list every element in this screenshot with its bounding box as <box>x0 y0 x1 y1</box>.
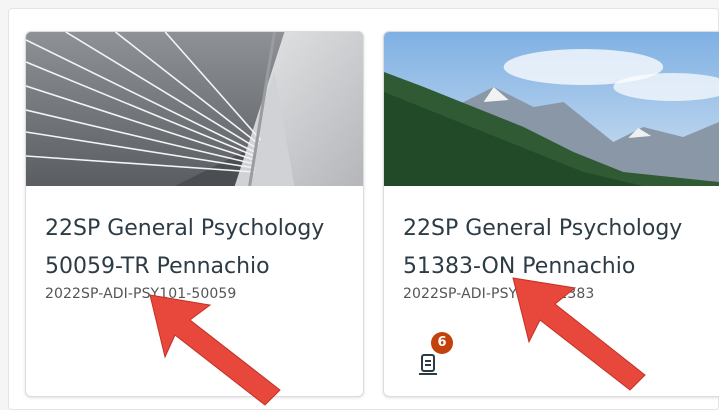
course-card-51383[interactable]: 22SP General Psychology 51383-ON Pennach… <box>383 31 719 397</box>
course-title[interactable]: 22SP General Psychology 51383-ON Pennach… <box>403 210 713 286</box>
assignments-icon[interactable] <box>414 350 444 380</box>
course-title-line2[interactable]: 50059-TR Pennachio <box>45 248 355 286</box>
notification-badge: 6 <box>431 332 453 354</box>
course-title[interactable]: 22SP General Psychology 50059-TR Pennach… <box>45 210 355 286</box>
course-title-line1[interactable]: 22SP General Psychology <box>45 210 355 248</box>
course-code: 2022SP-ADI-PSY101-51383 <box>403 286 595 302</box>
course-card-50059[interactable]: 22SP General Psychology 50059-TR Pennach… <box>25 31 364 397</box>
course-card-image[interactable] <box>26 32 363 186</box>
course-title-line2[interactable]: 51383-ON Pennachio <box>403 248 713 286</box>
course-card-image[interactable] <box>384 32 719 186</box>
course-code: 2022SP-ADI-PSY101-50059 <box>45 286 237 302</box>
course-title-line1[interactable]: 22SP General Psychology <box>403 210 713 248</box>
